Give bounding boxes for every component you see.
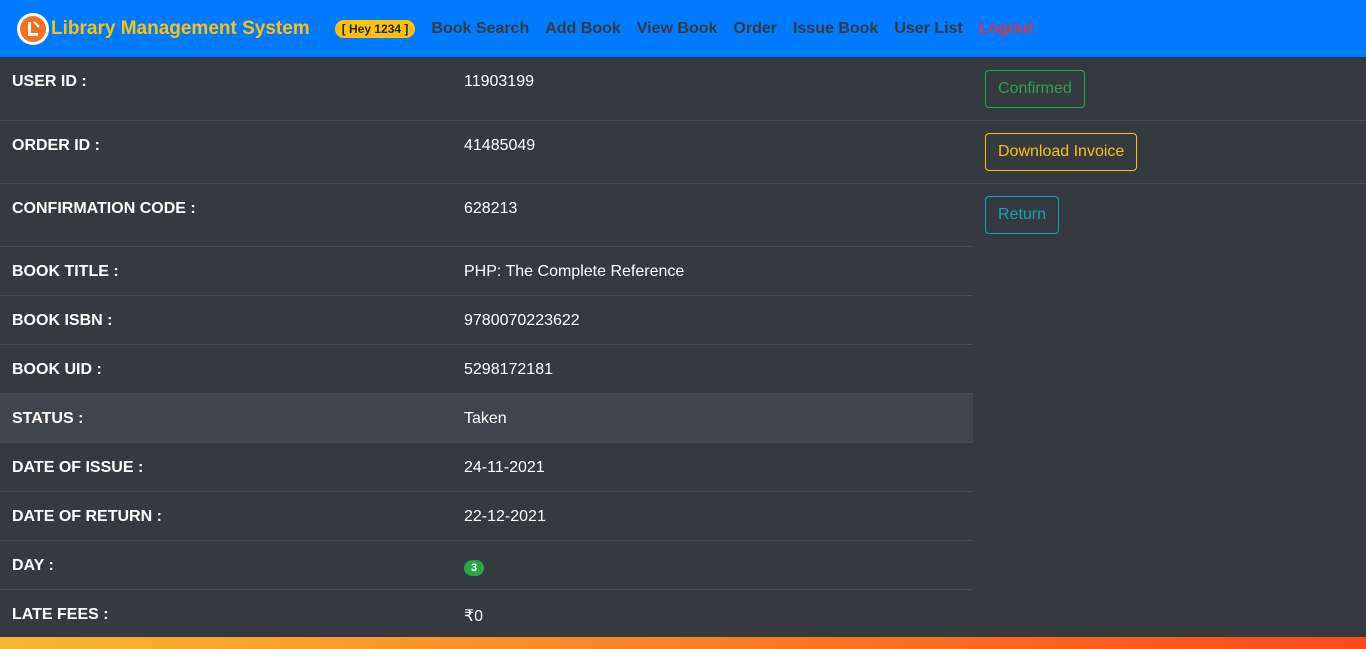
late-fees-label: LATE FEES :	[12, 606, 109, 623]
row-late-fees: LATE FEES : ₹0	[0, 589, 973, 637]
row-user-id: USER ID : 11903199 Confirmed	[0, 57, 1366, 120]
row-status: STATUS : Taken	[0, 393, 973, 442]
book-isbn-value: 9780070223622	[464, 312, 580, 329]
row-book-isbn: BOOK ISBN : 9780070223622	[0, 295, 973, 344]
nav-view-book[interactable]: View Book	[637, 20, 718, 38]
date-of-issue-value: 24-11-2021	[464, 459, 545, 476]
return-button[interactable]: Return	[985, 196, 1060, 234]
row-order-id: ORDER ID : 41485049 Download Invoice	[0, 120, 1366, 183]
day-label: DAY :	[12, 557, 54, 574]
late-fees-value: ₹0	[464, 608, 484, 625]
user-id-value: 11903199	[464, 73, 534, 90]
row-book-title: BOOK TITLE : PHP: The Complete Reference	[0, 246, 973, 295]
order-id-value: 41485049	[464, 137, 536, 154]
row-date-of-issue: DATE OF ISSUE : 24-11-2021	[0, 442, 973, 491]
status-value: Taken	[464, 410, 507, 427]
day-count-badge: 3	[464, 560, 485, 576]
day-value-wrapper: 3	[464, 558, 485, 576]
brand[interactable]: Library Management System	[17, 12, 310, 45]
confirmed-button[interactable]: Confirmed	[985, 70, 1085, 108]
footer-gradient-bar	[0, 637, 1366, 649]
status-label: STATUS :	[12, 410, 84, 427]
download-invoice-button[interactable]: Download Invoice	[985, 133, 1138, 171]
logo-icon	[17, 12, 49, 45]
date-of-issue-label: DATE OF ISSUE :	[12, 459, 144, 476]
row-book-uid: BOOK UID : 5298172181	[0, 344, 973, 393]
nav-add-book[interactable]: Add Book	[545, 20, 621, 38]
user-greeting-badge: [ Hey 1234 ]	[334, 19, 416, 38]
nav-user-list[interactable]: User List	[894, 20, 962, 38]
navbar: Library Management System [ Hey 1234 ] B…	[0, 0, 1366, 57]
row-day: DAY : 3	[0, 540, 973, 589]
book-title-label: BOOK TITLE :	[12, 263, 119, 280]
row-date-of-return: DATE OF RETURN : 22-12-2021	[0, 491, 973, 540]
date-of-return-label: DATE OF RETURN :	[12, 508, 162, 525]
confirmation-code-value: 628213	[464, 200, 518, 217]
nav-logout[interactable]: Logout	[979, 20, 1033, 38]
brand-title: Library Management System	[51, 17, 310, 39]
book-isbn-label: BOOK ISBN :	[12, 312, 113, 329]
row-confirmation-code: CONFIRMATION CODE : 628213 Return	[0, 183, 1366, 246]
nav-order[interactable]: Order	[733, 20, 777, 38]
book-uid-value: 5298172181	[464, 361, 553, 378]
confirmation-code-label: CONFIRMATION CODE :	[12, 200, 196, 217]
nav-book-search[interactable]: Book Search	[431, 20, 529, 38]
user-id-label: USER ID :	[12, 73, 87, 90]
book-uid-label: BOOK UID :	[12, 361, 102, 378]
nav-issue-book[interactable]: Issue Book	[793, 20, 878, 38]
book-title-value: PHP: The Complete Reference	[464, 263, 685, 280]
order-id-label: ORDER ID :	[12, 137, 100, 154]
date-of-return-value: 22-12-2021	[464, 508, 546, 525]
